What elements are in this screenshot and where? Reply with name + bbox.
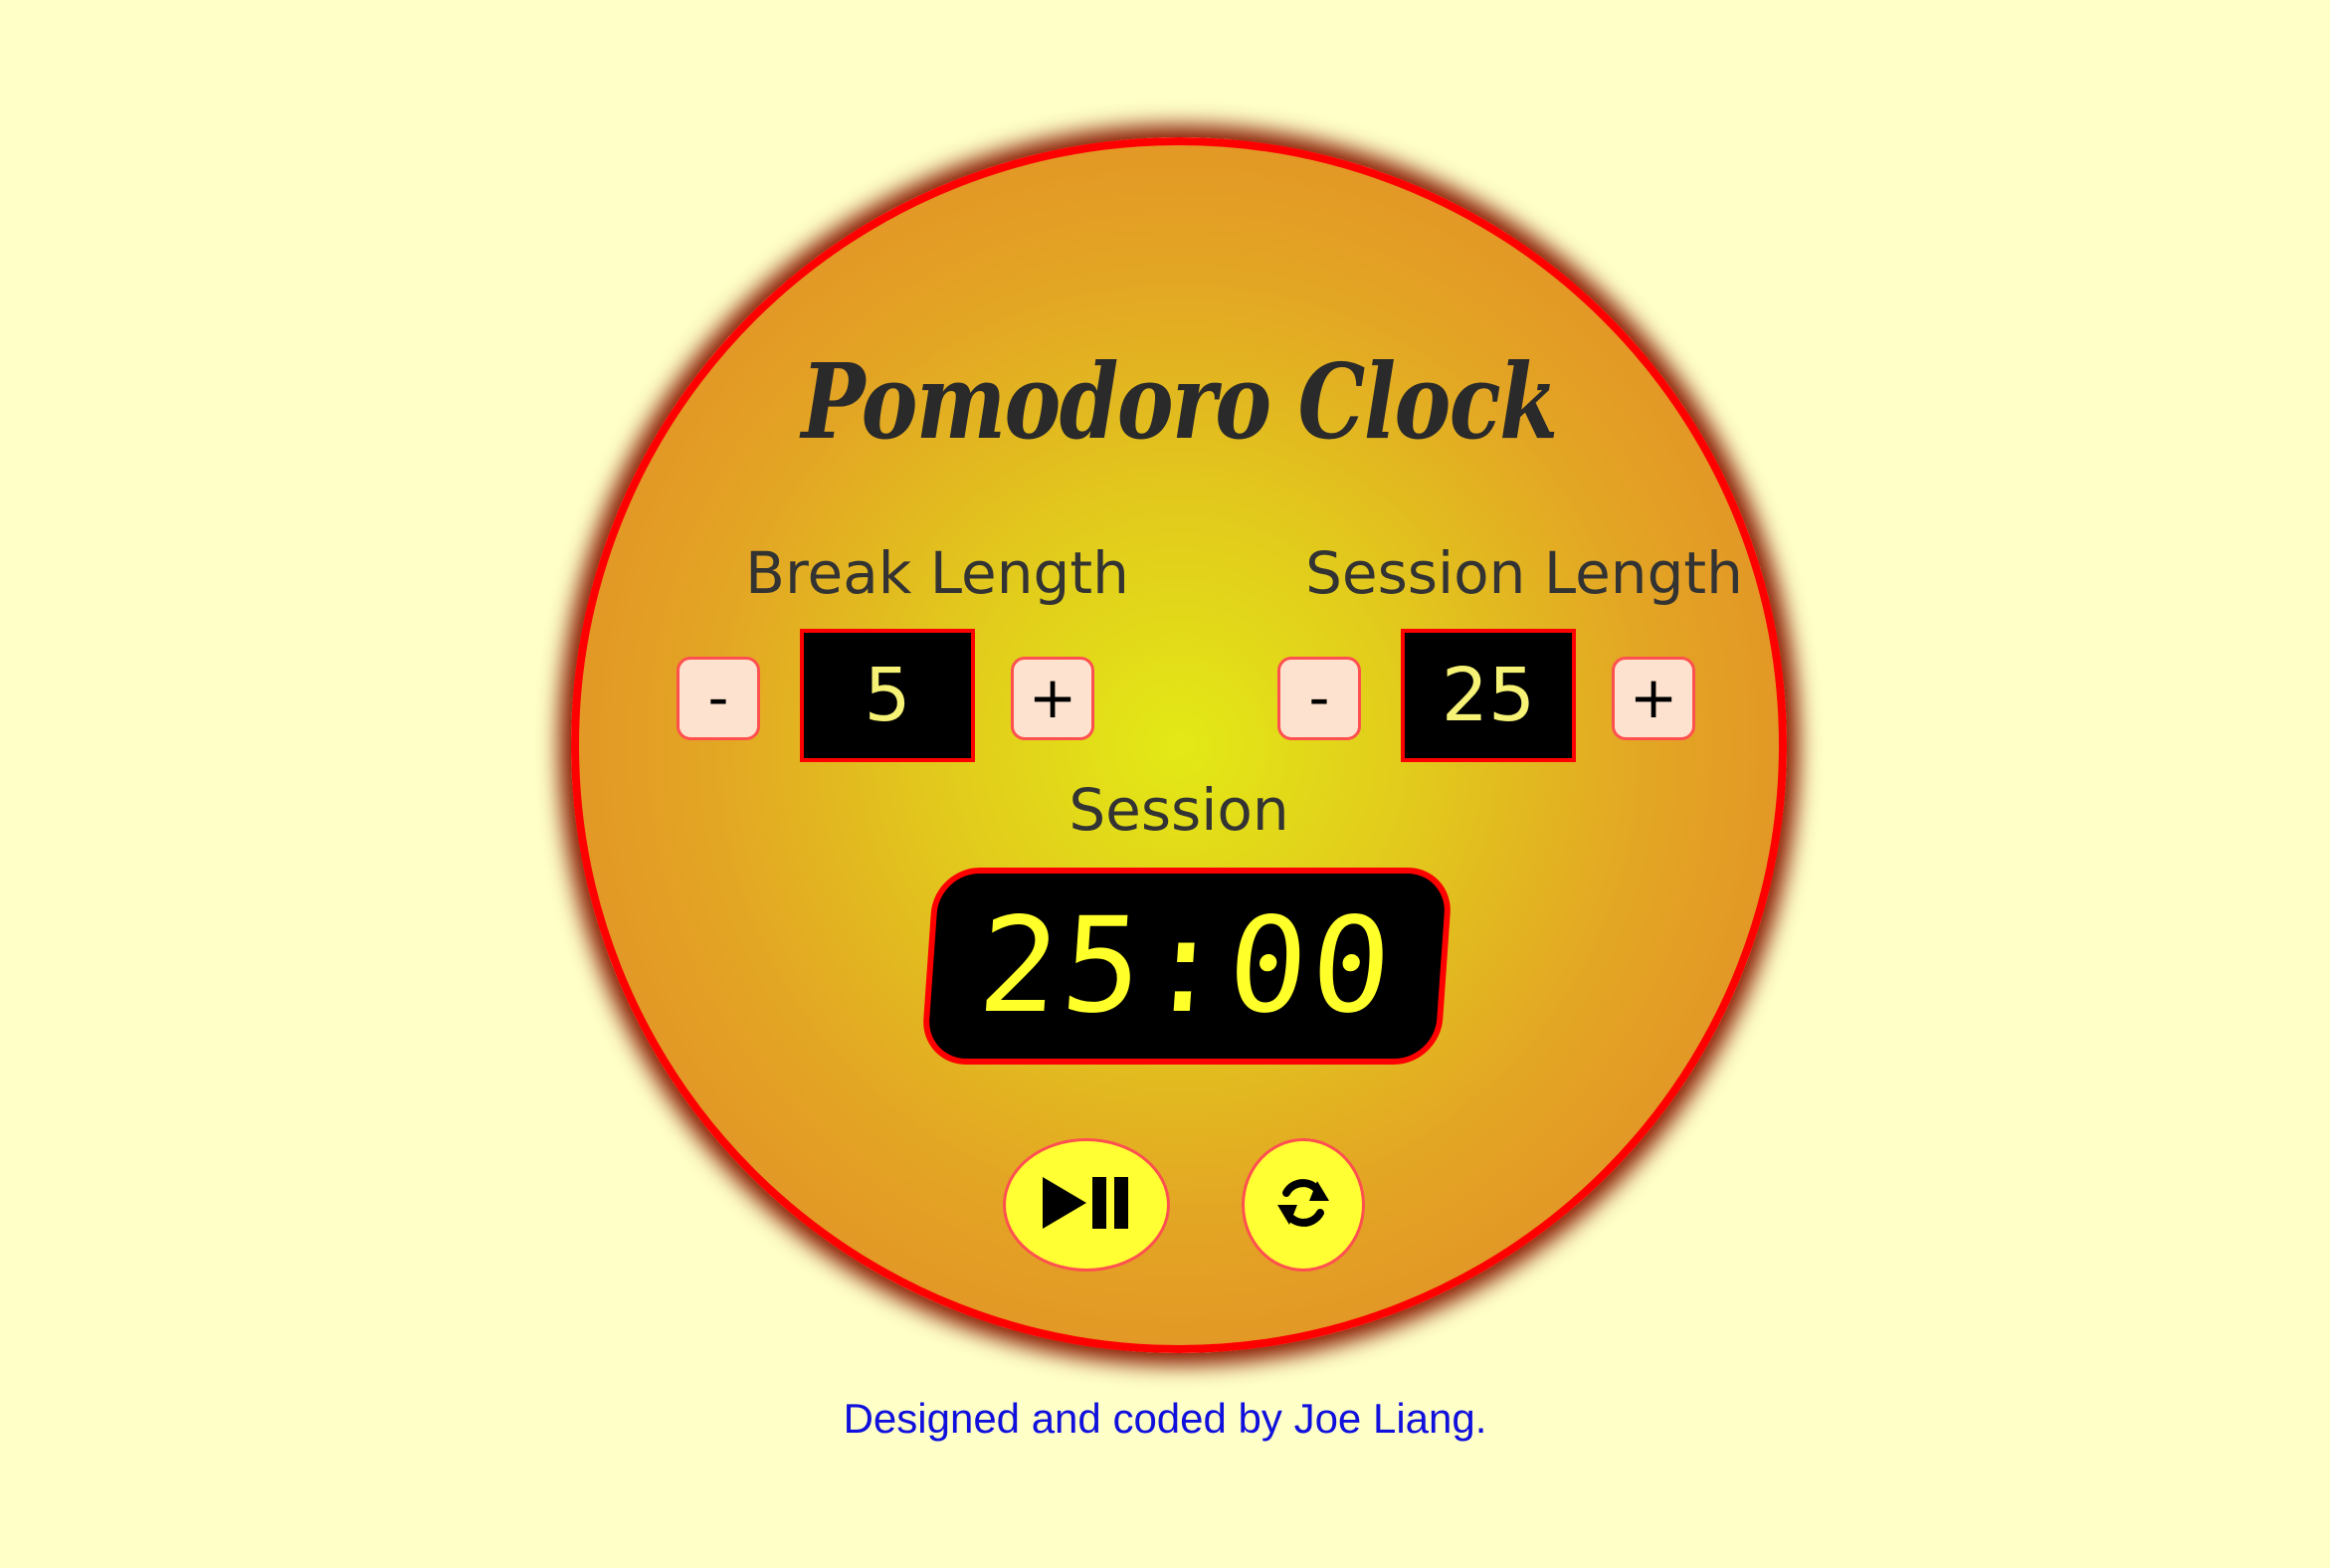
timer-display: 25:00 (920, 868, 1454, 1065)
refresh-icon (1273, 1173, 1333, 1237)
footer-credit: Designed and coded by Joe Liang. (843, 1395, 1487, 1442)
session-length-label: Session Length (1305, 539, 1743, 607)
app-title: Pomodoro Clock (801, 340, 1558, 463)
timer-label: Session (1068, 776, 1289, 844)
break-increment-button[interactable]: + (1011, 657, 1094, 740)
play-pause-icon (1039, 1175, 1134, 1235)
play-pause-button[interactable] (1003, 1138, 1170, 1272)
clock-face: Pomodoro Clock Break Length Session Leng… (571, 137, 1787, 1353)
session-decrement-button[interactable]: - (1277, 657, 1361, 740)
break-decrement-button[interactable]: - (677, 657, 760, 740)
break-length-value: 5 (800, 629, 975, 762)
reset-button[interactable] (1242, 1138, 1365, 1272)
session-increment-button[interactable]: + (1612, 657, 1695, 740)
session-length-value: 25 (1401, 629, 1576, 762)
break-length-label: Break Length (745, 539, 1129, 607)
